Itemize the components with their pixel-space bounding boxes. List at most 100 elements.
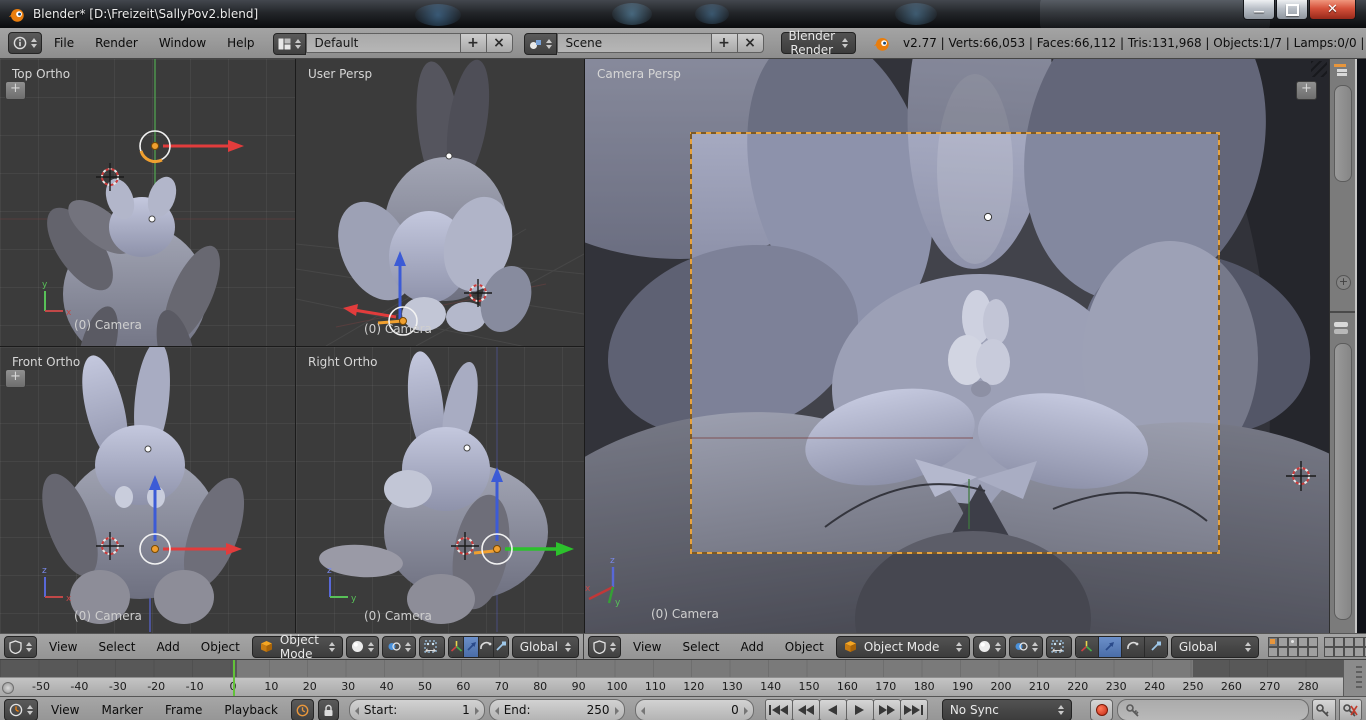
mode-dropdown[interactable]: Object Mode [252,636,344,658]
editor-type-button[interactable] [8,32,42,54]
screen-layout-browse-button[interactable] [273,33,306,55]
menu-add[interactable]: Add [732,638,773,656]
menu-view[interactable]: View [624,638,670,656]
viewport-camera-persp[interactable]: z x y Camera Persp (0) Camera + [584,59,1329,633]
end-frame-field[interactable]: End: 250 [489,699,625,720]
zoom-in-widget[interactable]: + [1336,275,1351,290]
layer-cell[interactable] [1334,647,1344,657]
layer-cell[interactable] [1268,647,1278,657]
layer-cell[interactable] [1324,647,1334,657]
preview-range-button[interactable] [291,699,314,720]
viewport-right-ortho[interactable]: z y Right Ortho (0) Camera [296,347,584,633]
transform-orientation-dropdown[interactable]: Global [1171,636,1259,658]
layer-cell[interactable] [1278,647,1288,657]
scale-manipulator-button[interactable] [1144,637,1167,657]
viewport-shading-button[interactable] [346,636,379,658]
menu-window[interactable]: Window [150,34,215,52]
add-screen-button[interactable]: + [460,33,487,53]
rotate-manipulator-button[interactable] [1121,637,1144,657]
layer-cell[interactable] [1344,637,1354,647]
editor-divider[interactable] [1330,311,1355,313]
rotate-manipulator-button[interactable] [478,637,493,657]
maximize-button[interactable] [1276,0,1308,20]
timeline-editor[interactable]: -50-40-30-20-100102030405060708090100110… [0,659,1366,696]
auto-keyframe-button[interactable] [1090,699,1114,720]
start-frame-field[interactable]: Start: 1 [349,699,485,720]
render-engine-dropdown[interactable]: Blender Render [781,32,857,54]
menu-view[interactable]: View [42,701,88,719]
layer-cell[interactable] [1308,647,1318,657]
play-reverse-button[interactable] [819,699,847,720]
delete-screen-button[interactable]: × [486,33,513,53]
timeline-tracks[interactable] [0,660,1344,678]
scene-name-field[interactable]: Scene [557,33,712,53]
translate-manipulator-button[interactable] [1098,637,1121,657]
layer-cell[interactable] [1298,647,1308,657]
area-corner-widget[interactable] [1311,61,1327,77]
jump-to-start-button[interactable] [765,699,793,720]
layer-cell[interactable] [1334,637,1344,647]
current-frame-field[interactable]: 0 [635,699,754,720]
editor-type-button[interactable] [4,636,37,658]
layer-cell[interactable] [1298,637,1308,647]
viewport-top-ortho[interactable]: y x Top Ortho (0) Camera + [0,59,295,346]
menu-help[interactable]: Help [218,34,263,52]
layer-cell[interactable] [1344,647,1354,657]
next-keyframe-button[interactable] [873,699,901,720]
add-scene-button[interactable]: + [711,33,738,53]
scene-browse-button[interactable] [524,33,557,55]
transform-orientation-dropdown[interactable]: Global [512,636,579,658]
properties-scrollbar[interactable] [1334,343,1352,620]
screen-layout-name-field[interactable]: Default [306,33,461,53]
layer-cell[interactable] [1354,647,1364,657]
layer-cell[interactable] [1288,637,1298,647]
ruler-knob[interactable] [2,682,14,694]
menu-add[interactable]: Add [148,638,189,656]
translate-manipulator-button[interactable] [463,637,478,657]
pivot-point-button[interactable] [1009,636,1043,658]
expand-toolbar-button[interactable]: + [5,81,26,100]
menu-select[interactable]: Select [89,638,144,656]
proportional-edit-button[interactable] [1046,636,1072,658]
expand-toolbar-button[interactable]: + [5,369,26,388]
mode-dropdown[interactable]: Object Mode [836,636,970,658]
menu-select[interactable]: Select [673,638,728,656]
menu-frame[interactable]: Frame [156,701,211,719]
current-frame-marker[interactable] [233,660,235,696]
lock-range-button[interactable] [318,699,339,720]
menu-object[interactable]: Object [776,638,833,656]
layer-cell[interactable] [1308,637,1318,647]
viewport-user-persp[interactable]: User Persp (0) Camera [296,59,584,346]
sync-dropdown[interactable]: No Sync [942,699,1072,720]
layer-cell[interactable] [1268,637,1278,647]
editor-type-button[interactable] [588,636,621,658]
delete-keyframe-button[interactable] [1339,699,1363,720]
layer-group-1[interactable] [1268,637,1318,657]
manipulator-axes-button[interactable] [449,637,463,657]
editor-type-button[interactable] [4,699,38,720]
scale-manipulator-button[interactable] [493,637,508,657]
jump-to-end-button[interactable] [900,699,928,720]
pivot-point-button[interactable] [382,636,416,658]
minimize-button[interactable]: — [1243,0,1275,20]
layer-cell[interactable] [1278,637,1288,647]
prev-keyframe-button[interactable] [792,699,820,720]
close-button[interactable]: ✕ [1309,0,1356,20]
menu-render[interactable]: Render [86,34,147,52]
layer-group-2[interactable] [1324,637,1366,657]
menu-object[interactable]: Object [192,638,249,656]
layer-cell[interactable] [1288,647,1298,657]
insert-keyframe-button[interactable] [1312,699,1336,720]
menu-file[interactable]: File [45,34,83,52]
play-button[interactable] [846,699,874,720]
viewport-shading-button[interactable] [973,636,1006,658]
proportional-edit-button[interactable] [419,636,445,658]
expand-properties-button[interactable]: + [1296,81,1317,100]
layer-cell[interactable] [1324,637,1334,647]
layer-cell[interactable] [1354,637,1364,647]
outliner-scrollbar[interactable] [1334,85,1352,182]
keying-set-field[interactable] [1117,699,1309,720]
title-bar[interactable]: Blender* [D:\Freizeit\SallyPov2.blend] —… [0,0,1366,28]
scrollbar-grip[interactable] [1356,666,1362,690]
menu-marker[interactable]: Marker [92,701,151,719]
